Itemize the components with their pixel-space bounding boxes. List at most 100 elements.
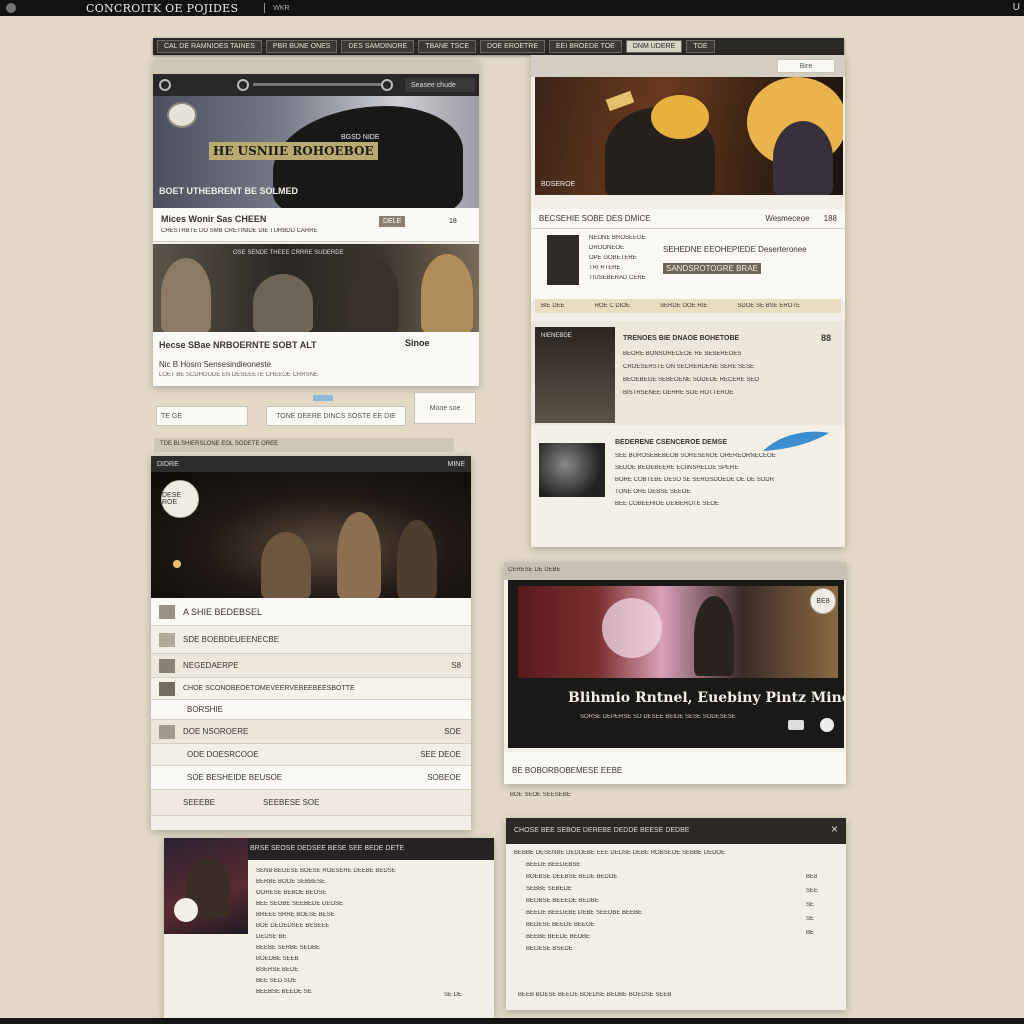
settings-icon[interactable] [820, 718, 834, 732]
list-item[interactable]: Hecse SBae NRBOERNTE SOBT ALT Sinoe Nic … [153, 332, 479, 386]
tab-bar: CAL DE RAMNIOES TAINES PBR BUNE ONES DES… [153, 38, 844, 55]
tab-5[interactable]: DOE EROETRE [480, 40, 545, 53]
list-row[interactable]: NEGEDAERPE S8 [151, 654, 471, 678]
window-title: CONCROITK OE POJIDES [86, 1, 239, 15]
panel-f-footer: BEEB BOESE BEEDE BOEDSE BEDBE BOEDSE SEE… [518, 992, 672, 998]
hero-title: HE USNIIE ROHOEBOE [209, 142, 378, 160]
list-row[interactable]: BORSHIE [151, 700, 471, 720]
panel-e-footer: SE DE [444, 992, 463, 998]
window-corner-glyph[interactable]: U [1013, 2, 1020, 13]
row-thumb [159, 724, 175, 739]
strip-text: OSE SENDE THEEE CRRRE SUDERDE [233, 250, 344, 256]
hero-image[interactable]: HE USNIIE ROHOEBOE BGSD NIDE BOET UTHEBR… [153, 96, 479, 208]
band-item: SERDE OOE RIE [660, 303, 708, 309]
field-wide[interactable]: TONE DEERE DINCS SOSTE EE DIE [266, 406, 406, 426]
strip-figure-3 [349, 258, 399, 332]
list-row[interactable]: DOE NSOROERE SOE [151, 720, 471, 744]
profile-line: DROONEOE [589, 245, 625, 251]
news-line: BEORE BONSORECEOE RE SESEREOES [623, 351, 742, 357]
news-title: TRENOES BIE DNAOE BOHETOBE [623, 335, 740, 342]
video-subtitle: SORSE DEPERSE SO DESEE BEIDE SESE SODESE… [580, 714, 736, 720]
video-footer-text: BE BOBORBOBEMESE EEBE [512, 766, 623, 775]
row-thumb [159, 681, 175, 696]
tab-strip[interactable]: TDE BLSHIERSLONE EOL SODETE OREE [154, 438, 454, 452]
media-strip-image[interactable]: OSE SENDE THEEE CRRRE SUDERDE [153, 244, 479, 332]
news-item[interactable]: NIENEBDE TRENOES BIE DNAOE BOHETOBE BEOR… [531, 321, 845, 425]
row-label: ODE DOESRCOOE [187, 750, 259, 759]
body-line: BEBBE DESENBE DEDDEBE EEE DEDSE DEBE ROB… [514, 850, 726, 856]
list-item[interactable]: Mices Wonir Sas CHEEN CHESTRBTE DO SMB C… [153, 208, 479, 242]
list-row[interactable]: SOE BESHEIDE BEUSOE SOBEOE [151, 766, 471, 790]
panel-b: Bire BDSEROE BECSEHIE SOBE DES DMICE Wes… [531, 55, 845, 547]
profile-highlight: SANDSROTOGRE BRAE [663, 263, 761, 274]
list-row[interactable]: SEEEBE SEEBESE SOE [151, 790, 471, 816]
panel-d-title: CERESE DE DEBE [508, 567, 561, 573]
window-title-bar: CONCROITK OE POJIDES WKR U [0, 0, 1024, 16]
disc-icon [174, 898, 198, 922]
field-small[interactable]: TE GE [156, 406, 248, 426]
panel-c-action[interactable]: MINE [448, 461, 466, 468]
panel-e-title: BRSE SEOSE DEDSEE BESE SEE BEDE DETE [250, 845, 405, 852]
row-value: SOE [444, 727, 461, 736]
hero-image[interactable]: BDSEROE [535, 77, 843, 195]
hero-logo-icon [167, 102, 197, 128]
strip-figure-4 [421, 254, 473, 332]
video-title: Blihmio Rntnel, Euebiny Pintz Mine [568, 690, 844, 706]
volume-icon[interactable] [381, 79, 393, 91]
list-row[interactable]: A SHIE BEDEBSEL [151, 598, 471, 626]
album-art[interactable] [164, 838, 248, 934]
panel-e: BRSE SEOSE DEDSEE BESE SEE BEDE DETE SEN… [164, 838, 494, 1018]
raised-hand [605, 90, 635, 112]
video-frame[interactable]: BE8 Blihmio Rntnel, Euebiny Pintz Mine S… [508, 580, 844, 748]
strip-figure-1 [161, 258, 211, 332]
news-item[interactable]: BEDERENE CSENCEROE DEMSE SEE BUROSEBEBEO… [531, 429, 845, 547]
row-value: SOBEOE [427, 773, 461, 782]
profile-title: SEHEDNE EEOHEPIEDE Deserteronee [663, 245, 807, 254]
back-icon[interactable] [159, 79, 171, 91]
captions-icon[interactable] [788, 720, 804, 730]
button-more[interactable]: Mone soe [414, 392, 476, 424]
text-line: OORESE BEBOE BEOSE [256, 890, 327, 896]
video-frame[interactable]: DESE ROE [151, 472, 471, 598]
side-value: BE8 [806, 874, 818, 880]
item-title: Hecse SBae NRBOERNTE SOBT ALT [159, 340, 317, 350]
list-row[interactable]: ODE DOESRCOOE SEE DEOE [151, 744, 471, 766]
meta-count: 188 [823, 214, 837, 223]
panel-f-side: BE8 SEE SE SE BE [806, 874, 818, 936]
hero-caption: BOET UTHEBRENT BE SOLMED [159, 186, 299, 196]
close-icon[interactable]: × [831, 822, 838, 836]
band-item: SDOE SE BSE EROTE [737, 303, 801, 309]
tab-7[interactable]: DNM UDERE [625, 40, 683, 53]
item-count: 18 [449, 218, 457, 225]
tab-3[interactable]: DES SAMDINORE [341, 40, 415, 53]
tab-2[interactable]: PBR BUNE ONES [265, 40, 338, 53]
panel-c-titlebar: DIDRE MINE [151, 456, 471, 472]
seek-bar[interactable] [253, 83, 383, 86]
tab-1[interactable]: CAL DE RAMNIOES TAINES [157, 40, 262, 53]
bottom-edge-bar [0, 1018, 1024, 1024]
side-value: BE [806, 930, 815, 936]
panel-d-titlebar: CERESE DE DEBE [504, 562, 846, 580]
search-input[interactable]: Seasee chude [405, 78, 475, 92]
side-value: SEE [806, 888, 819, 894]
row-thumb [159, 658, 175, 673]
row-label: CHOE SCONOBEOETOMEVEERVEBEEBEESBOTTE [183, 685, 355, 692]
text-line: BOE DEOEDSEE BESEEE [256, 923, 330, 929]
row-value: SEEBESE SOE [263, 798, 320, 807]
text-line: BEEBSE BEEDE SE [256, 989, 312, 995]
tab-6[interactable]: EEI BROEDE TOE [548, 40, 622, 53]
text-line: SENB BEDESE BOESE ROESERE DEEBE BEDSE [256, 868, 396, 874]
band-item: ROE C DIOE [594, 303, 631, 309]
tab-4[interactable]: TBANE TSCE [418, 40, 477, 53]
panel-f-body: BEBBE DESENBE DEDDEBE EEE DEDSE DEBE ROB… [514, 850, 725, 952]
info-band: BIE DEE ROE C DIOE SERDE OOE RIE SDOE SE… [535, 299, 841, 313]
list-row[interactable]: SDE BOEBDEUEENECBE [151, 626, 471, 654]
profile-card[interactable]: NEONE BROSEEGE DROONEOE OPE GOBETERE TRI… [531, 229, 845, 301]
meta-detail: Wesmeceoe [765, 214, 810, 223]
performer-3 [397, 520, 437, 598]
panel-b-button[interactable]: Bire [777, 59, 835, 73]
profile-lines: NEONE BROSEEGE DROONEOE OPE GOBETERE TRI… [589, 235, 646, 281]
list-row[interactable]: CHOE SCONOBEOETOMEVEERVEBEEBEESBOTTE [151, 678, 471, 700]
play-icon[interactable] [237, 79, 249, 91]
tab-8[interactable]: TOE [686, 40, 715, 53]
